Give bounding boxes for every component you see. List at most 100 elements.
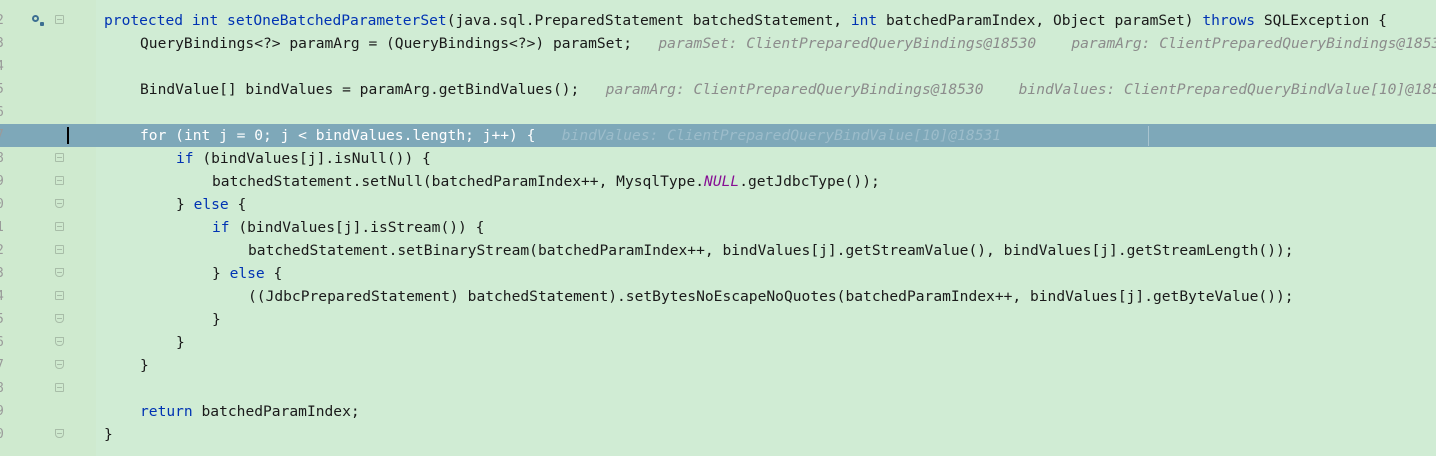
code-text[interactable]: BindValue[] bindValues = paramArg.getBin… [140, 78, 1436, 101]
fold-marker-icon[interactable] [55, 176, 64, 185]
code-text[interactable]: QueryBindings<?> paramArg = (QueryBindin… [140, 32, 1436, 55]
code-token: if [212, 219, 239, 236]
line-number[interactable]: 8 [0, 377, 8, 400]
line-number[interactable]: 6 [0, 101, 8, 124]
code-token: } [176, 334, 185, 351]
inline-debug-hint: paramArg: ClientPreparedQueryBindings@18… [579, 81, 1436, 98]
fold-marker-icon[interactable] [55, 153, 64, 162]
code-line[interactable]: 1 if (bindValues[j].isStream()) { [0, 216, 1436, 239]
fold-marker-icon[interactable] [55, 337, 64, 346]
code-token: batchedStatement.setNull(batchedParamInd… [212, 173, 705, 190]
line-number[interactable]: 2 [0, 9, 8, 32]
code-token: } [104, 426, 113, 443]
line-number[interactable]: 3 [0, 262, 8, 285]
code-text[interactable]: } [212, 308, 221, 331]
line-number[interactable]: 4 [0, 285, 8, 308]
inline-debug-hint: bindValues: ClientPreparedQueryBindValue… [535, 127, 1002, 144]
code-text[interactable]: return batchedParamIndex; [140, 400, 360, 423]
code-token: .getJdbcType()); [739, 173, 880, 190]
fold-marker-icon[interactable] [55, 291, 64, 300]
fold-marker-icon[interactable] [55, 360, 64, 369]
code-text[interactable]: } [104, 423, 113, 446]
fold-marker-icon[interactable] [55, 383, 64, 392]
fold-marker-icon[interactable] [55, 15, 64, 24]
fold-marker-icon[interactable] [55, 429, 64, 438]
line-number[interactable]: 6 [0, 331, 8, 354]
fold-marker-icon[interactable] [55, 245, 64, 254]
code-text[interactable]: protected int setOneBatchedParameterSet(… [104, 9, 1387, 32]
code-token: (java.sql.PreparedStatement batchedState… [446, 12, 851, 29]
code-line[interactable]: 3 } else { [0, 262, 1436, 285]
code-token: for [140, 127, 176, 144]
method-breakpoint-icon[interactable] [30, 13, 44, 27]
inline-debug-hint: paramSet: ClientPreparedQueryBindings@18… [632, 35, 1436, 52]
line-number[interactable]: 2 [0, 239, 8, 262]
code-text[interactable]: ((JdbcPreparedStatement) batchedStatemen… [248, 285, 1294, 308]
fold-marker-icon[interactable] [55, 268, 64, 277]
line-number[interactable]: 5 [0, 308, 8, 331]
text-caret [67, 127, 69, 144]
code-token: protected [104, 12, 192, 29]
code-line[interactable]: 3 QueryBindings<?> paramArg = (QueryBindi… [0, 32, 1436, 55]
code-text[interactable]: batchedStatement.setBinaryStream(batched… [248, 239, 1294, 262]
code-text[interactable]: } [140, 354, 149, 377]
code-line-current[interactable]: 7 for (int j = 0; j < bindValues.length; … [0, 124, 1436, 147]
code-token: QueryBindings<?> paramArg = (QueryBindin… [140, 35, 633, 52]
code-token: } [176, 196, 194, 213]
code-token: (bindValues[j].isNull()) { [202, 150, 431, 167]
code-line[interactable]: 2 protected int setOneBatchedParameterSet… [0, 9, 1436, 32]
code-text[interactable]: } else { [176, 193, 246, 216]
code-token: } [212, 311, 221, 328]
code-token: { [273, 265, 283, 282]
line-number[interactable]: 7 [0, 124, 8, 147]
right-margin-guide [1148, 126, 1149, 146]
code-token: batchedStatement.setBinaryStream(batched… [248, 242, 1294, 259]
line-number[interactable]: 9 [0, 170, 8, 193]
code-token: else [193, 196, 238, 213]
line-number[interactable]: 1 [0, 216, 8, 239]
fold-marker-icon[interactable] [55, 199, 64, 208]
code-token: if [176, 150, 203, 167]
code-line[interactable]: 7} [0, 354, 1436, 377]
code-token: int [191, 12, 228, 29]
line-number[interactable]: 0 [0, 423, 8, 446]
code-line[interactable]: 8 if (bindValues[j].isNull()) { [0, 147, 1436, 170]
code-line[interactable]: 0} else { [0, 193, 1436, 216]
code-line[interactable]: 9 return batchedParamIndex; [0, 400, 1436, 423]
line-number[interactable]: 8 [0, 147, 8, 170]
code-text[interactable]: } else { [212, 262, 282, 285]
code-token: setOneBatchedParameterSet [227, 12, 447, 29]
code-text[interactable]: batchedStatement.setNull(batchedParamInd… [212, 170, 880, 193]
code-line[interactable]: 5 BindValue[] bindValues = paramArg.getBi… [0, 78, 1436, 101]
code-token: throws [1202, 12, 1264, 29]
code-line[interactable]: 8 [0, 377, 1436, 400]
code-line[interactable]: 6 [0, 101, 1436, 124]
code-token: BindValue[] bindValues = paramArg.getBin… [140, 81, 580, 98]
code-text[interactable]: for (int j = 0; j < bindValues.length; j… [140, 124, 1001, 147]
line-number[interactable]: 4 [0, 55, 8, 78]
code-line[interactable]: 4 [0, 55, 1436, 78]
code-line[interactable]: 2 batchedStatement.setBinaryStream(batche… [0, 239, 1436, 262]
code-text[interactable]: } [176, 331, 185, 354]
code-token: { [237, 196, 247, 213]
code-editor[interactable]: 2 protected int setOneBatchedParameterSet… [0, 0, 1436, 456]
code-token: return [140, 403, 202, 420]
code-text[interactable]: if (bindValues[j].isNull()) { [176, 147, 431, 170]
line-number[interactable]: 3 [0, 32, 8, 55]
line-number[interactable]: 0 [0, 193, 8, 216]
fold-marker-icon[interactable] [55, 222, 64, 231]
code-line[interactable]: 0} [0, 423, 1436, 446]
code-line[interactable]: 6} [0, 331, 1436, 354]
code-token: (int j = 0; j < bindValues.length; j++) … [175, 127, 536, 144]
code-line[interactable]: 4 ((JdbcPreparedStatement) batchedStateme… [0, 285, 1436, 308]
code-token: } [212, 265, 230, 282]
code-line[interactable]: 5} [0, 308, 1436, 331]
line-number[interactable]: 9 [0, 400, 8, 423]
code-line[interactable]: 9 batchedStatement.setNull(batchedParamIn… [0, 170, 1436, 193]
fold-marker-icon[interactable] [55, 314, 64, 323]
code-token: (bindValues[j].isStream()) { [238, 219, 485, 236]
code-text[interactable]: if (bindValues[j].isStream()) { [212, 216, 484, 239]
line-number[interactable]: 5 [0, 78, 8, 101]
line-number[interactable]: 7 [0, 354, 8, 377]
code-token: int [850, 12, 887, 29]
